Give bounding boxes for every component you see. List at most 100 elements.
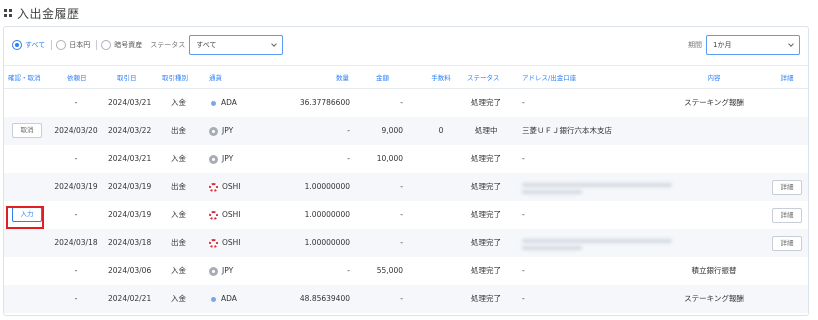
col-header-status: ステータス [467,74,500,82]
ada-icon [211,100,216,106]
currency-cell: JPY [209,257,233,285]
col-header-type: 取引種別 [162,74,188,82]
detail-button[interactable]: 詳細 [772,208,802,223]
content [664,145,764,173]
request-date: - [74,210,78,219]
request-date: - [74,266,78,275]
amount: - [400,294,403,303]
redacted-address [522,246,582,250]
period-select[interactable]: 1か月 [706,35,800,55]
col-header-action: 確認・取消 [8,74,41,82]
currency-name: JPY [222,266,234,275]
highlight-box [6,206,44,229]
jpy-icon [209,126,218,136]
currency-cell: JPY [209,117,233,145]
table-row: 2024/03/18 2024/03/18 出金 OSHI 1.00000000… [4,229,808,257]
col-header-quantity: 数量 [336,74,349,82]
fee: 0 [438,126,444,135]
jpy-icon [209,154,218,164]
history-panel: すべて 日本円 暗号資産 ステータス すべて 期間 1か月 確認・取消 依頼日 … [3,26,809,316]
request-date: - [74,98,78,107]
trade-date: 2024/02/21 [108,294,152,303]
content: 積立銀行振替 [691,266,737,275]
content: ステーキング報酬 [684,294,744,303]
chevron-down-icon [271,41,278,47]
trade-type: 入金 [171,98,186,107]
trade-type: 入金 [171,266,186,275]
quantity: - [347,266,350,275]
grid-icon [4,9,12,17]
address: 三菱ＵＦＪ銀行六本木支店 [522,126,612,135]
radio-circle[interactable] [12,40,22,50]
radio-label: すべて [25,41,46,49]
col-header-trade-date: 取引日 [117,74,137,82]
amount: - [400,210,403,219]
radio-circle[interactable] [101,40,112,50]
table-row: - 2024/03/21 入金 JPY - 10,000 処理完了 - [4,145,808,173]
status-text: 処理完了 [471,210,501,219]
status-select[interactable]: すべて [189,35,284,55]
currency-cell: ADA [209,285,237,313]
history-table: 確認・取消 依頼日 取引日 取引種別 通貨 数量 金額 手数料 ステータス アド… [4,65,808,313]
divider [96,40,98,50]
table-header: 確認・取消 依頼日 取引日 取引種別 通貨 数量 金額 手数料 ステータス アド… [4,65,808,89]
amount: 55,000 [376,266,403,275]
trade-type: 入金 [171,294,186,303]
detail-button[interactable]: 詳細 [772,236,802,251]
chevron-down-icon [788,41,794,47]
trade-type: 入金 [171,210,186,219]
period-filter-label: 期間 [688,41,702,49]
col-header-currency: 通貨 [209,74,222,82]
col-header-request-date: 依頼日 [67,74,87,82]
content [664,117,764,145]
currency-name: OSHI [222,182,241,191]
currency-name: JPY [222,154,234,163]
request-date: - [74,154,78,163]
page-header: 入出金履歴 [4,3,80,23]
trade-type: 出金 [171,126,186,135]
trade-date: 2024/03/21 [108,154,152,163]
redacted-address [522,239,672,243]
amount: - [400,98,403,107]
trade-date: 2024/03/18 [108,238,152,247]
trade-date: 2024/03/06 [108,266,152,275]
radio-all[interactable]: すべて [12,40,45,50]
currency-cell: OSHI [209,201,241,229]
quantity: - [347,126,350,135]
status-filter-label: ステータス [150,41,186,49]
amount: - [400,182,403,191]
col-header-content: 内容 [707,74,721,82]
page-title: 入出金履歴 [17,6,80,21]
filter-bar: すべて 日本円 暗号資産 ステータス すべて 期間 1か月 [12,35,800,55]
jpy-icon [209,266,218,276]
currency-cell: JPY [209,145,233,173]
col-header-amount: 金額 [376,74,389,82]
radio-crypto[interactable]: 暗号資産 [101,40,142,50]
status-select-value: すべて [196,41,217,49]
divider [51,40,53,50]
address: - [522,266,525,275]
detail-button[interactable]: 詳細 [772,180,802,195]
quantity: 1.00000000 [304,238,350,247]
amount: 9,000 [381,126,403,135]
radio-circle[interactable] [56,40,67,50]
request-date: 2024/03/19 [54,182,98,191]
address: - [522,154,525,163]
currency-name: OSHI [222,210,241,219]
radio-jpy[interactable]: 日本円 [56,40,90,50]
radio-label: 日本円 [69,41,91,49]
quantity: 1.00000000 [304,210,350,219]
quantity: - [347,154,350,163]
status-text: 処理中 [475,126,498,135]
currency-name: OSHI [222,238,241,247]
cancel-button[interactable]: 取消 [12,123,42,138]
table-row: - 2024/03/06 入金 JPY - 55,000 処理完了 - 積立銀行… [4,257,808,285]
table-row: 取消 2024/03/20 2024/03/22 出金 JPY - 9,000 … [4,117,808,145]
col-header-detail: 詳細 [780,74,794,82]
trade-date: 2024/03/19 [108,210,152,219]
ada-icon [211,296,216,302]
currency-name: JPY [222,126,234,135]
oshi-icon [209,238,218,248]
currency-cell: OSHI [209,229,241,257]
status-text: 処理完了 [471,294,501,303]
